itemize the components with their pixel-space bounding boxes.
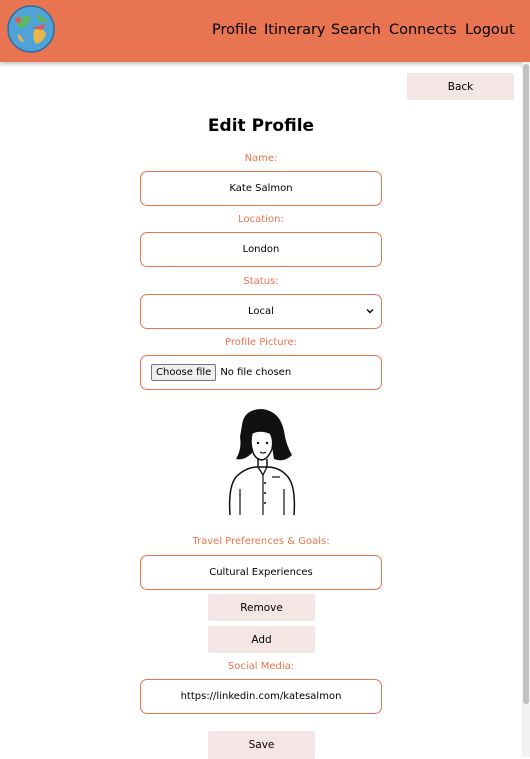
- chevron-down-icon: [366, 309, 374, 314]
- page-scrollbar[interactable]: [522, 62, 530, 757]
- status-select[interactable]: Local: [140, 294, 382, 329]
- location-label: Location:: [238, 214, 284, 225]
- name-label: Name:: [244, 153, 278, 164]
- social-media-field[interactable]: [140, 679, 382, 714]
- profile-avatar-illustration: [228, 409, 296, 516]
- nav-profile[interactable]: Profile: [212, 22, 257, 38]
- travel-preferences-label: Travel Preferences & Goals:: [192, 536, 330, 547]
- location-field[interactable]: [140, 232, 382, 267]
- nav-connects[interactable]: Connects: [389, 22, 457, 38]
- social-media-label: Social Media:: [227, 661, 295, 672]
- profile-picture-label: Profile Picture:: [224, 337, 298, 348]
- remove-button[interactable]: Remove: [208, 594, 315, 621]
- status-label: Status:: [243, 276, 279, 287]
- nav-logout[interactable]: Logout: [465, 22, 515, 38]
- scrollbar-thumb[interactable]: [523, 64, 529, 704]
- profile-picture-input[interactable]: Choose file No file chosen: [140, 355, 382, 390]
- nav-itinerary[interactable]: Itinerary: [264, 22, 326, 38]
- name-field[interactable]: [140, 171, 382, 206]
- back-button[interactable]: Back: [407, 73, 514, 100]
- travel-preferences-field[interactable]: [140, 555, 382, 590]
- nav-search[interactable]: Search: [331, 22, 381, 38]
- file-status-text: No file chosen: [220, 367, 292, 378]
- globe-logo-icon[interactable]: [6, 4, 56, 54]
- page-title: Edit Profile: [207, 116, 315, 136]
- save-button[interactable]: Save: [208, 731, 315, 759]
- choose-file-button[interactable]: Choose file: [151, 364, 217, 381]
- add-button[interactable]: Add: [208, 626, 315, 653]
- status-selected-value: Local: [248, 306, 274, 317]
- top-navbar: Profile Itinerary Search Connects Logout: [0, 0, 530, 62]
